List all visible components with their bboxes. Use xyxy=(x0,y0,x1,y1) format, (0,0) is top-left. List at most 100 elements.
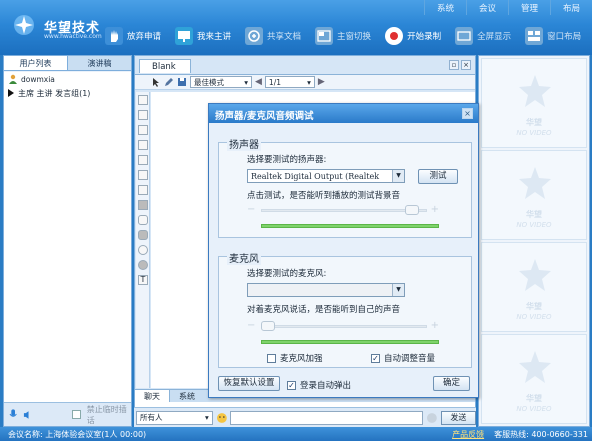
no-interrupt-checkbox[interactable] xyxy=(72,410,81,419)
text-tool-icon[interactable]: T xyxy=(138,275,148,285)
speaker-icon[interactable] xyxy=(23,410,32,420)
filled-rectangle-tool-icon[interactable] xyxy=(138,200,148,210)
main-toolbar: 放弃申请 我来主讲 共享文档 主窗切换 开始录制 全屏显示 窗口布局 xyxy=(98,24,588,48)
reset-defaults-button[interactable]: 恢复默认设置 xyxy=(218,376,280,391)
layout-icon xyxy=(525,27,544,45)
microphone-volume-slider[interactable]: − + xyxy=(247,321,439,333)
chat-input-bar: 所有人 ▾ 发送 xyxy=(134,407,477,427)
window-switch-button[interactable]: 主窗切换 xyxy=(308,25,378,47)
fullscreen-icon xyxy=(455,27,474,45)
microphone-device-select[interactable]: ▼ xyxy=(247,283,405,297)
brand-url: www.hwactive.com xyxy=(44,33,102,40)
microphone-select-label: 选择要测试的麦克风: xyxy=(247,269,327,279)
previous-page-icon[interactable]: ◀ xyxy=(255,77,262,87)
chevron-down-icon: ▾ xyxy=(204,413,209,422)
no-video-label: NO VIDEO xyxy=(516,221,552,229)
tab-system[interactable]: 系统 xyxy=(170,390,204,402)
slider-thumb[interactable] xyxy=(261,321,275,331)
no-video-label: NO VIDEO xyxy=(516,405,552,413)
mic-boost-checkbox[interactable]: 麦克风加强 xyxy=(267,352,323,364)
tab-user-list[interactable]: 用户列表 xyxy=(4,56,68,70)
video-slot[interactable]: 华望 NO VIDEO xyxy=(481,242,587,332)
restore-icon[interactable]: ▫ xyxy=(449,60,459,70)
pointer-icon[interactable] xyxy=(151,77,161,87)
ellipse-tool-icon[interactable] xyxy=(138,245,148,255)
feedback-link[interactable]: 产品反馈 xyxy=(452,429,484,440)
cancel-request-button[interactable]: 放弃申请 xyxy=(98,25,168,47)
zoom-mode-select[interactable]: 最佳模式 ▾ xyxy=(190,76,252,88)
hand-tool-icon[interactable] xyxy=(138,140,148,150)
send-button[interactable]: 发送 xyxy=(440,410,477,425)
presenter-button[interactable]: 我来主讲 xyxy=(168,25,238,47)
speaker-select-label: 选择要测试的扬声器: xyxy=(247,155,327,165)
no-video-label: NO VIDEO xyxy=(516,313,552,321)
speaker-level-meter xyxy=(261,224,439,228)
filled-ellipse-tool-icon[interactable] xyxy=(138,260,148,270)
left-bottom-bar: 禁止临时插话 xyxy=(4,402,131,426)
chevron-down-icon: ▾ xyxy=(244,77,248,87)
auto-popup-checkbox[interactable]: ✓ 登录自动弹出 xyxy=(287,379,351,391)
filled-rounded-rect-tool-icon[interactable] xyxy=(138,230,148,240)
left-tabs: 用户列表 演讲稿 xyxy=(4,56,131,71)
video-panel: 华望 NO VIDEO 华望 NO VIDEO 华望 NO VIDEO 华望 N… xyxy=(478,55,590,427)
window-layout-button[interactable]: 窗口布局 xyxy=(518,25,588,47)
arrow-tool-icon[interactable] xyxy=(138,170,148,180)
drawing-tools: T xyxy=(136,92,150,388)
microphone-icon[interactable] xyxy=(9,409,17,420)
volume-down-icon: − xyxy=(247,320,256,331)
microphone-group: 麦克风 选择要测试的麦克风: ▼ 对着麦克风说话，是否能听到自己的声音 − + … xyxy=(218,250,472,368)
video-slot[interactable]: 华望 NO VIDEO xyxy=(481,334,587,424)
rectangle-tool-icon[interactable] xyxy=(138,185,148,195)
speaker-volume-slider[interactable]: − + xyxy=(247,205,439,217)
tab-chat[interactable]: 聊天 xyxy=(135,390,170,402)
window-switch-icon xyxy=(315,27,334,45)
chevron-down-icon: ▾ xyxy=(307,77,311,87)
fullscreen-button[interactable]: 全屏显示 xyxy=(448,25,518,47)
auto-gain-checkbox[interactable]: ✓ 自动调整音量 xyxy=(371,352,435,364)
select-tool-icon[interactable] xyxy=(138,95,148,105)
list-item[interactable]: dowmxia xyxy=(4,72,131,86)
close-icon[interactable]: × xyxy=(462,108,473,119)
user-icon xyxy=(9,74,17,84)
brand-watermark-icon xyxy=(519,75,551,107)
raise-hand-icon xyxy=(105,27,123,45)
video-slot[interactable]: 华望 NO VIDEO xyxy=(481,58,587,148)
speaker-hint: 点击测试，是否能听到播放的测试背景音 xyxy=(247,191,401,201)
menu-manage[interactable]: 管理 xyxy=(507,0,550,15)
eraser-tool-icon[interactable] xyxy=(138,125,148,135)
speaker-device-select[interactable]: Realtek Digital Output (Realtek ▼ xyxy=(247,169,405,183)
pen-icon[interactable] xyxy=(164,77,174,87)
page-select[interactable]: 1/1 ▾ xyxy=(264,76,315,88)
meeting-info: 会议名称: 上海体验会议室(1人 00:00) xyxy=(8,429,147,439)
menu-system[interactable]: 系统 xyxy=(423,0,466,15)
slider-thumb[interactable] xyxy=(405,205,420,215)
list-item[interactable]: 主席 主讲 发言组(1) xyxy=(4,86,131,100)
ok-button[interactable]: 确定 xyxy=(433,376,470,391)
save-icon[interactable] xyxy=(177,77,187,87)
video-slot[interactable]: 华望 NO VIDEO xyxy=(481,150,587,240)
rounded-rect-tool-icon[interactable] xyxy=(138,215,148,225)
share-document-button[interactable]: 共享文档 xyxy=(238,25,308,47)
expand-arrow-icon xyxy=(8,89,14,97)
tab-document[interactable]: Blank xyxy=(139,59,191,73)
volume-up-icon: + xyxy=(430,320,439,331)
tab-speech-script[interactable]: 演讲稿 xyxy=(68,56,131,70)
next-page-icon[interactable]: ▶ xyxy=(318,77,325,87)
chat-input[interactable] xyxy=(230,410,423,425)
line-tool-icon[interactable] xyxy=(138,155,148,165)
recipient-select[interactable]: 所有人 ▾ xyxy=(136,410,213,425)
menu-layout[interactable]: 布局 xyxy=(549,0,592,15)
top-menu: 系统 会议 管理 布局 xyxy=(423,0,592,15)
test-speaker-button[interactable]: 测试 xyxy=(418,169,458,184)
microphone-legend: 麦克风 xyxy=(227,250,261,265)
start-recording-button[interactable]: 开始录制 xyxy=(378,25,448,47)
close-icon[interactable]: × xyxy=(461,60,471,70)
user-name: dowmxia xyxy=(21,74,55,84)
emoji-icon[interactable] xyxy=(216,412,228,424)
dialog-title: 扬声器/麦克风音频调试 xyxy=(209,104,478,123)
volume-down-icon: − xyxy=(247,204,256,215)
title-bar: 华望技术 www.hwactive.com 系统 会议 管理 布局 放弃申请 我… xyxy=(0,0,592,55)
pencil-tool-icon[interactable] xyxy=(138,110,148,120)
menu-meeting[interactable]: 会议 xyxy=(465,0,508,15)
font-settings-icon[interactable] xyxy=(426,412,438,424)
